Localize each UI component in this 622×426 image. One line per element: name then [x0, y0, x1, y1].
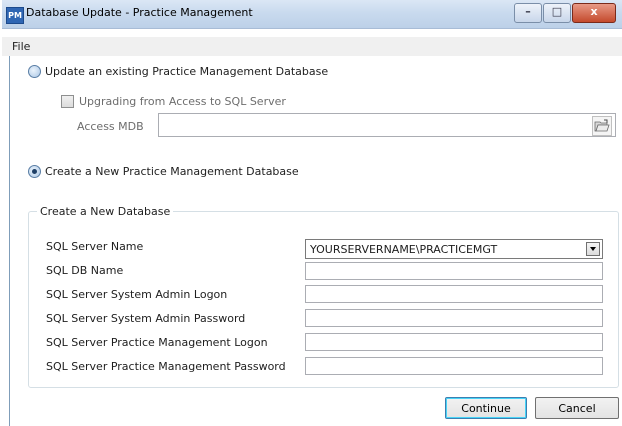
access-mdb-label: Access MDB	[77, 120, 144, 133]
window-controls: – □ x	[513, 3, 616, 23]
app-icon: PM	[6, 7, 24, 24]
title-bar[interactable]: PM Database Update - Practice Management…	[2, 0, 622, 29]
server-name-label: SQL Server Name	[46, 240, 144, 253]
update-existing-option[interactable]: Update an existing Practice Management D…	[28, 65, 328, 78]
admin-logon-input[interactable]	[305, 285, 603, 303]
browse-button[interactable]	[592, 116, 612, 136]
db-name-label: SQL DB Name	[46, 264, 124, 277]
group-title: Create a New Database	[37, 205, 174, 218]
server-name-select[interactable]: YOURSERVERNAME\PRACTICEMGT	[305, 239, 603, 259]
close-button[interactable]: x	[572, 3, 616, 23]
upgrade-access-label: Upgrading from Access to SQL Server	[79, 95, 286, 108]
admin-logon-label: SQL Server System Admin Logon	[46, 288, 228, 301]
upgrade-access-option[interactable]: Upgrading from Access to SQL Server	[61, 95, 286, 108]
pm-logon-label: SQL Server Practice Management Logon	[46, 336, 268, 349]
minimize-icon: –	[525, 5, 531, 18]
admin-password-input[interactable]	[305, 309, 603, 327]
window-title: Database Update - Practice Management	[26, 6, 253, 19]
server-name-value: YOURSERVERNAME\PRACTICEMGT	[310, 243, 498, 256]
upgrade-access-checkbox[interactable]	[61, 95, 74, 108]
create-new-radio[interactable]	[28, 165, 41, 178]
dropdown-arrow-icon[interactable]	[586, 242, 600, 256]
continue-button[interactable]: Continue	[445, 397, 527, 419]
cancel-button[interactable]: Cancel	[535, 397, 619, 419]
maximize-button[interactable]: □	[543, 3, 571, 23]
left-border	[9, 56, 10, 426]
update-existing-label: Update an existing Practice Management D…	[45, 65, 329, 78]
update-existing-radio[interactable]	[28, 65, 41, 78]
close-icon: x	[590, 5, 598, 18]
pm-logon-input[interactable]	[305, 333, 603, 351]
create-new-label: Create a New Practice Management Databas…	[45, 165, 299, 178]
pm-password-label: SQL Server Practice Management Password	[46, 360, 286, 373]
maximize-icon: □	[551, 5, 563, 18]
folder-open-icon	[594, 119, 610, 132]
pm-password-input[interactable]	[305, 357, 603, 375]
access-mdb-field[interactable]	[158, 113, 616, 137]
database-update-window: PM Database Update - Practice Management…	[2, 0, 622, 426]
create-new-option[interactable]: Create a New Practice Management Databas…	[28, 165, 299, 178]
db-name-input[interactable]	[305, 262, 603, 280]
menu-file[interactable]: File	[12, 40, 30, 53]
menu-bar: File	[2, 37, 622, 56]
admin-password-label: SQL Server System Admin Password	[46, 312, 246, 325]
minimize-button[interactable]: –	[514, 3, 542, 23]
